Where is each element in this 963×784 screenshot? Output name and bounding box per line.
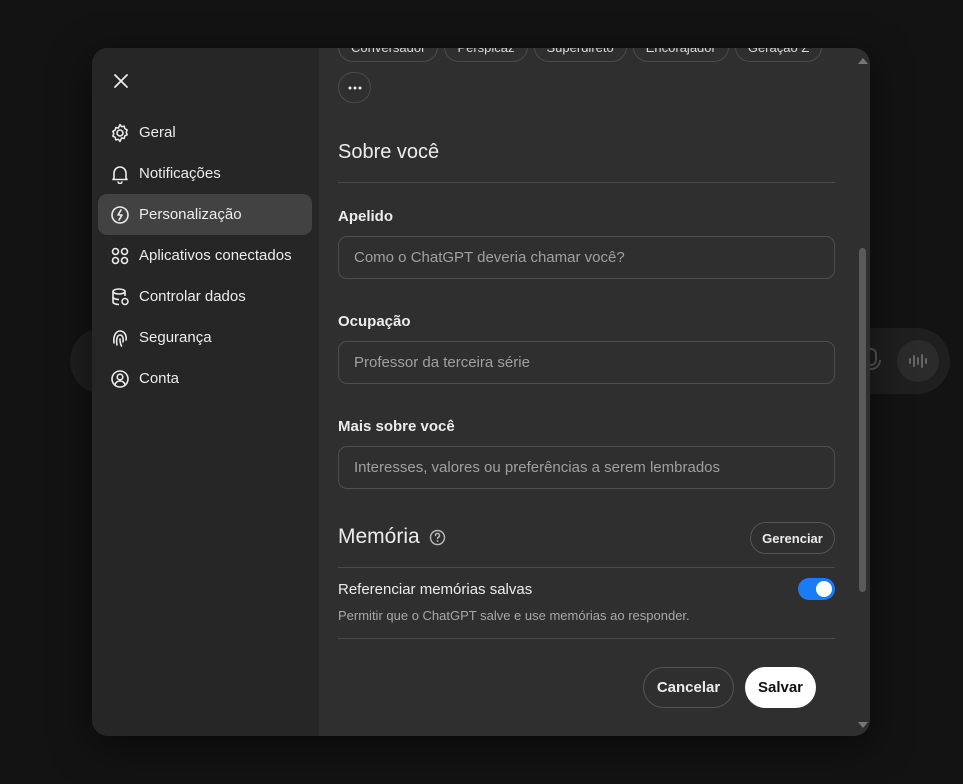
- sidebar-item-label: Segurança: [139, 329, 212, 346]
- sidebar-item-aplicativos[interactable]: Aplicativos conectados: [98, 235, 312, 276]
- personalization-panel: Conversador Perspicaz Superdireto Encora…: [338, 48, 835, 736]
- sidebar-item-controlar-dados[interactable]: Controlar dados: [98, 276, 312, 317]
- sidebar-item-label: Geral: [139, 124, 176, 141]
- trait-chip[interactable]: Conversador: [338, 48, 439, 62]
- apps-icon: [110, 246, 130, 266]
- sidebar-item-label: Conta: [139, 370, 180, 387]
- divider: [338, 567, 835, 568]
- trait-chips: Conversador Perspicaz Superdireto Encora…: [338, 48, 823, 62]
- user-circle-icon: [110, 369, 130, 389]
- cancel-button[interactable]: Cancelar: [643, 667, 734, 708]
- trait-chip[interactable]: Encorajador: [632, 48, 729, 62]
- about-section-title: Sobre você: [338, 141, 440, 163]
- settings-sidebar: Geral Notificações Personalização Aplica…: [92, 48, 319, 736]
- memory-section-title: Memória: [338, 525, 446, 549]
- sidebar-item-notificacoes[interactable]: Notificações: [98, 153, 312, 194]
- scrollbar[interactable]: [854, 48, 870, 736]
- trait-chip[interactable]: Perspicaz: [444, 48, 528, 62]
- sidebar-item-label: Personalização: [139, 206, 242, 223]
- trait-chip[interactable]: Superdireto: [533, 48, 627, 62]
- sidebar-item-conta[interactable]: Conta: [98, 358, 312, 399]
- more-about-label: Mais sobre você: [338, 418, 455, 435]
- nickname-label: Apelido: [338, 208, 393, 225]
- voice-mode-icon: [897, 340, 939, 382]
- sidebar-item-label: Notificações: [139, 165, 221, 182]
- reference-memories-label: Referenciar memórias salvas: [338, 581, 533, 598]
- toggle-knob: [816, 581, 832, 597]
- help-icon[interactable]: [429, 529, 446, 546]
- save-button[interactable]: Salvar: [745, 667, 816, 708]
- sidebar-item-geral[interactable]: Geral: [98, 112, 312, 153]
- close-icon: [114, 74, 128, 88]
- occupation-label: Ocupação: [338, 313, 411, 330]
- reference-memories-description: Permitir que o ChatGPT salve e use memór…: [338, 608, 690, 623]
- occupation-input[interactable]: Professor da terceira série: [338, 341, 835, 384]
- manage-memory-button[interactable]: Gerenciar: [750, 522, 835, 554]
- sidebar-item-seguranca[interactable]: Segurança: [98, 317, 312, 358]
- reference-memories-toggle[interactable]: [798, 578, 835, 600]
- divider: [338, 638, 835, 639]
- settings-nav: Geral Notificações Personalização Aplica…: [98, 112, 312, 399]
- bell-icon: [110, 164, 130, 184]
- memory-title-text: Memória: [338, 525, 420, 548]
- settings-dialog: Geral Notificações Personalização Aplica…: [92, 48, 870, 736]
- scroll-up-arrow-icon[interactable]: [858, 58, 868, 64]
- sidebar-item-label: Controlar dados: [139, 288, 246, 305]
- more-about-input[interactable]: Interesses, valores ou preferências a se…: [338, 446, 835, 489]
- scroll-down-arrow-icon[interactable]: [858, 722, 868, 728]
- close-button[interactable]: [108, 68, 134, 94]
- database-icon: [110, 287, 130, 307]
- scroll-thumb[interactable]: [859, 248, 866, 592]
- more-traits-button[interactable]: [338, 72, 371, 103]
- personalization-icon: [110, 205, 130, 225]
- gear-icon: [110, 123, 130, 143]
- nickname-input[interactable]: Como o ChatGPT deveria chamar você?: [338, 236, 835, 279]
- sidebar-item-personalizacao[interactable]: Personalização: [98, 194, 312, 235]
- sidebar-item-label: Aplicativos conectados: [139, 247, 292, 264]
- divider: [338, 182, 835, 183]
- fingerprint-icon: [110, 328, 130, 348]
- trait-chip[interactable]: Geração Z: [734, 48, 823, 62]
- ellipsis-icon: [348, 86, 361, 89]
